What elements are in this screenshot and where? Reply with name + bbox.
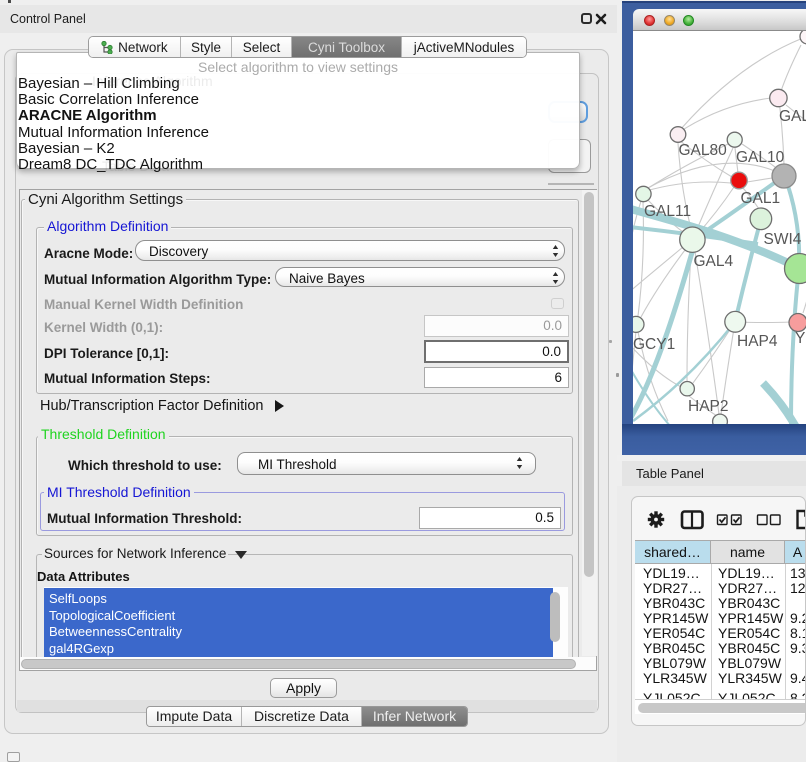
svg-text:GAL80: GAL80 [679, 142, 728, 159]
svg-text:GAL1: GAL1 [741, 190, 781, 207]
svg-text:YER: YER [795, 330, 806, 347]
svg-text:HAP4: HAP4 [737, 333, 778, 350]
svg-text:GAL4: GAL4 [694, 253, 734, 270]
svg-text:GAL11: GAL11 [644, 203, 691, 220]
svg-text:HAP2: HAP2 [688, 398, 729, 415]
svg-text:GCY1: GCY1 [633, 336, 675, 353]
svg-text:GAL10: GAL10 [736, 149, 785, 166]
svg-text:GAL2: GAL2 [779, 108, 806, 125]
svg-text:SWI4: SWI4 [764, 231, 802, 248]
